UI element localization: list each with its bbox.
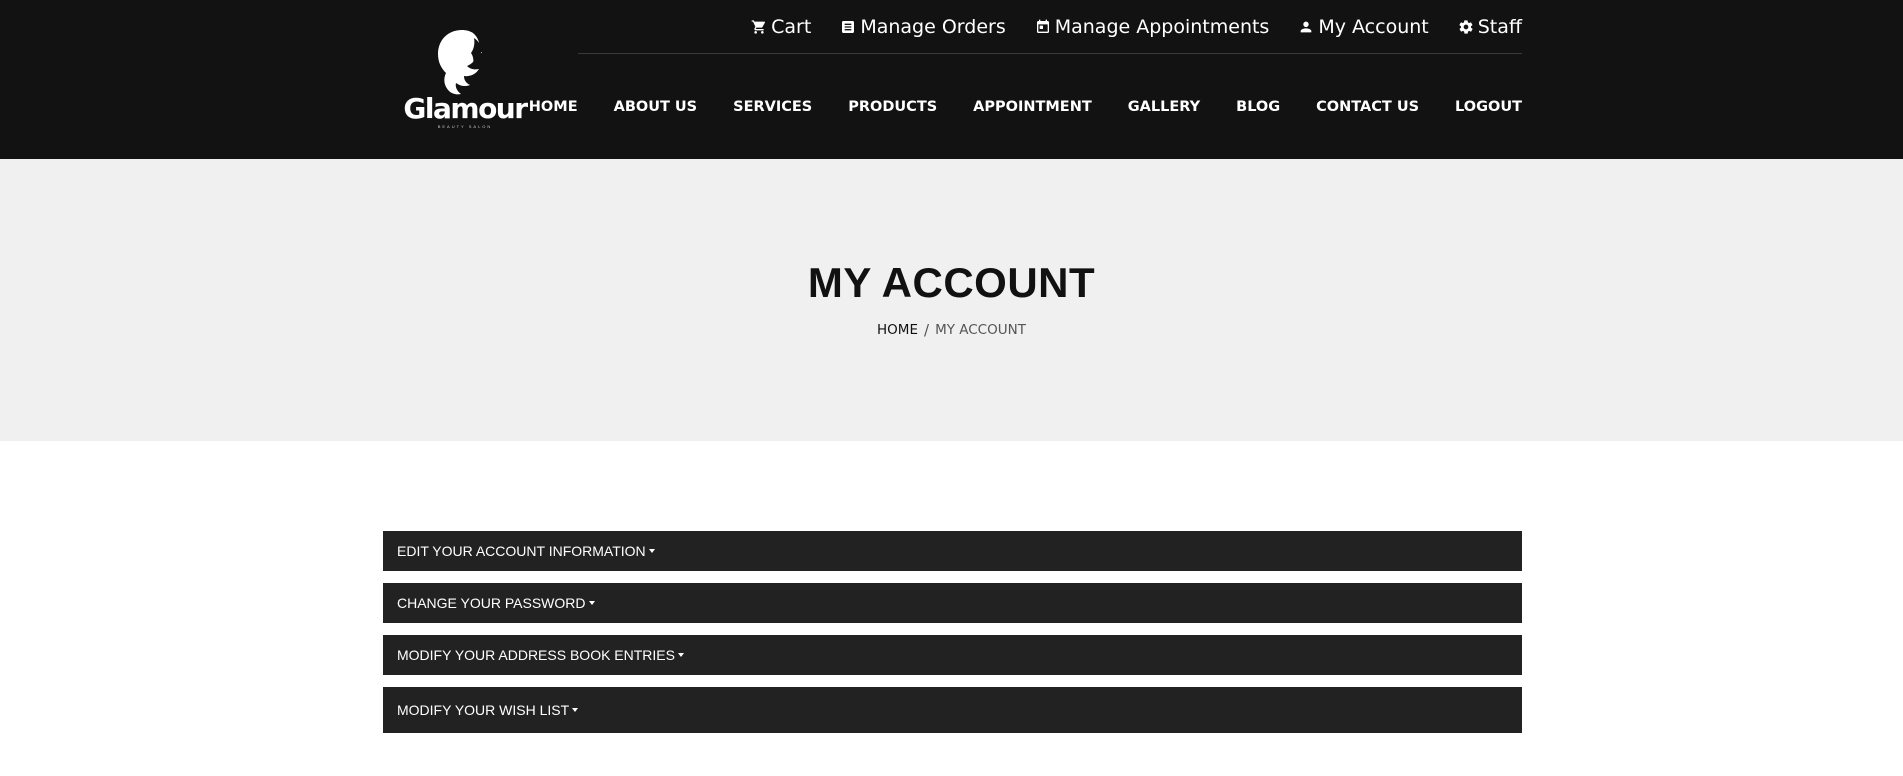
woman-silhouette-icon (438, 30, 482, 95)
edit-account-information-toggle[interactable]: EDIT YOUR ACCOUNT INFORMATION (383, 531, 1522, 571)
staff-label: Staff (1477, 15, 1522, 38)
nav-contact-us[interactable]: CONTACT US (1316, 99, 1419, 115)
user-icon (1301, 21, 1312, 32)
nav-home[interactable]: HOME (529, 99, 578, 115)
staff-link[interactable]: Staff (1458, 16, 1522, 38)
brand-name: Glamour (403, 92, 528, 125)
nav-logout[interactable]: LOGOUT (1455, 99, 1522, 115)
change-password-label: CHANGE YOUR PASSWORD (397, 595, 586, 611)
site-header: Glamour BEAUTY SALON Cart Manage Orders … (0, 0, 1903, 159)
modify-wish-list-toggle[interactable]: MODIFY YOUR WISH LIST (383, 687, 1522, 733)
modify-address-book-toggle[interactable]: MODIFY YOUR ADDRESS BOOK ENTRIES (383, 635, 1522, 675)
my-account-link[interactable]: My Account (1298, 15, 1429, 38)
brand-tagline: BEAUTY SALON (437, 124, 493, 129)
caret-down-icon (677, 653, 684, 657)
receipt-icon (842, 20, 855, 33)
main-nav: HOME ABOUT US SERVICES PRODUCTS APPOINTM… (529, 92, 1522, 122)
nav-services[interactable]: SERVICES (733, 99, 812, 115)
utility-bar: Cart Manage Orders Manage Appointments M… (578, 0, 1522, 54)
caret-down-icon (648, 549, 655, 553)
my-account-label: My Account (1318, 15, 1429, 38)
caret-down-icon (588, 601, 595, 605)
nav-about-us[interactable]: ABOUT US (614, 99, 698, 115)
manage-orders-label: Manage Orders (860, 15, 1006, 38)
account-accordion: EDIT YOUR ACCOUNT INFORMATION CHANGE YOU… (383, 531, 1522, 745)
nav-gallery[interactable]: GALLERY (1128, 99, 1200, 115)
page-banner: MY ACCOUNT HOME / MY ACCOUNT (0, 159, 1903, 441)
nav-products[interactable]: PRODUCTS (848, 99, 937, 115)
breadcrumb-home-link[interactable]: HOME (877, 322, 918, 338)
nav-blog[interactable]: BLOG (1236, 99, 1280, 115)
cart-link[interactable]: Cart (751, 16, 811, 38)
cart-label: Cart (771, 15, 812, 38)
manage-appointments-link[interactable]: Manage Appointments (1035, 15, 1270, 38)
calendar-icon (1036, 19, 1049, 33)
change-password-toggle[interactable]: CHANGE YOUR PASSWORD (383, 583, 1522, 623)
page-title: MY ACCOUNT (807, 259, 1096, 306)
cart-icon (751, 19, 766, 34)
modify-address-book-label: MODIFY YOUR ADDRESS BOOK ENTRIES (397, 647, 675, 663)
brand-logo[interactable]: Glamour BEAUTY SALON (400, 26, 530, 131)
gear-icon (1459, 19, 1473, 34)
modify-wish-list-label: MODIFY YOUR WISH LIST (397, 702, 570, 718)
edit-account-information-label: EDIT YOUR ACCOUNT INFORMATION (397, 543, 646, 559)
manage-orders-link[interactable]: Manage Orders (840, 15, 1006, 38)
breadcrumb-separator: / (924, 321, 930, 339)
nav-appointment[interactable]: APPOINTMENT (973, 99, 1092, 115)
breadcrumb-current: MY ACCOUNT (935, 322, 1026, 338)
caret-down-icon (572, 708, 579, 712)
breadcrumb: HOME / MY ACCOUNT (0, 321, 1903, 339)
manage-appointments-label: Manage Appointments (1054, 15, 1270, 38)
